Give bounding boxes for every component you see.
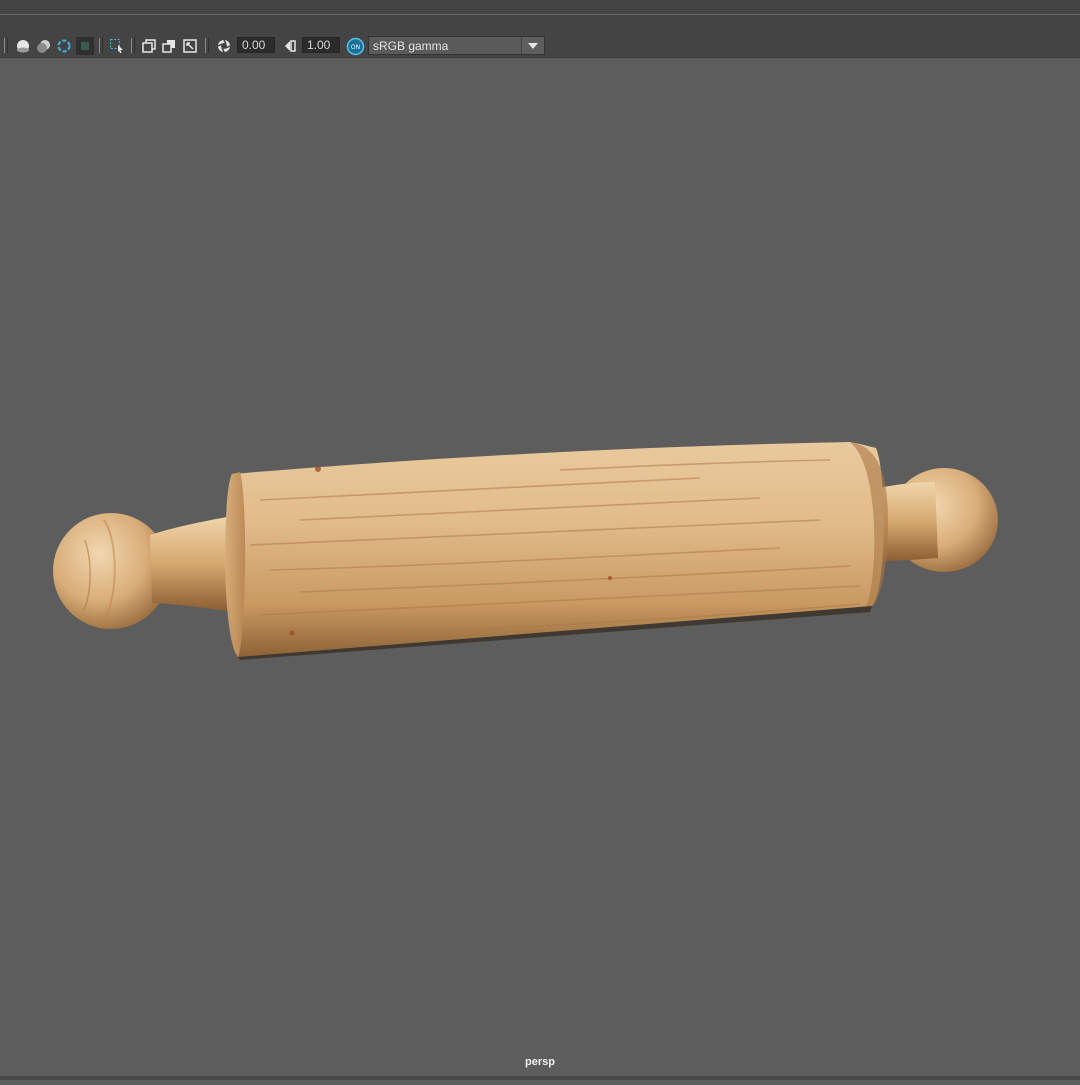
color-management-icon[interactable]: ON — [345, 36, 365, 56]
rolling-pin-model[interactable] — [0, 58, 1080, 1080]
gamma-input[interactable]: 1.00 — [302, 37, 340, 53]
3d-viewport[interactable] — [0, 58, 1080, 1080]
colorspace-dropdown[interactable]: sRGB gamma — [368, 36, 545, 55]
isolate-select-icon[interactable] — [76, 37, 94, 55]
menu-strip — [0, 0, 1080, 15]
toolbar-separator — [205, 38, 209, 53]
toolbar-separator — [99, 38, 103, 53]
toolbar-separator — [131, 38, 135, 53]
wireframe-on-shaded-icon[interactable] — [35, 37, 53, 55]
gamma-icon[interactable] — [281, 37, 299, 55]
viewport-bottom-border — [0, 1076, 1080, 1080]
camera-name-label: persp — [525, 1056, 555, 1068]
xray-icon[interactable] — [55, 37, 73, 55]
shaded-sphere-icon[interactable] — [14, 37, 32, 55]
colorspace-value: sRGB gamma — [373, 38, 449, 53]
toolbar-separator — [4, 38, 8, 53]
exposure-icon[interactable] — [215, 37, 233, 55]
color-management-badge: ON — [350, 44, 359, 51]
exposure-input[interactable]: 0.00 — [237, 37, 275, 53]
frame-resize-icon[interactable] — [181, 37, 199, 55]
image-plane-icon[interactable] — [140, 37, 158, 55]
grid-icon[interactable] — [160, 37, 178, 55]
chevron-down-icon[interactable] — [521, 37, 544, 54]
select-camera-icon[interactable] — [108, 37, 126, 55]
